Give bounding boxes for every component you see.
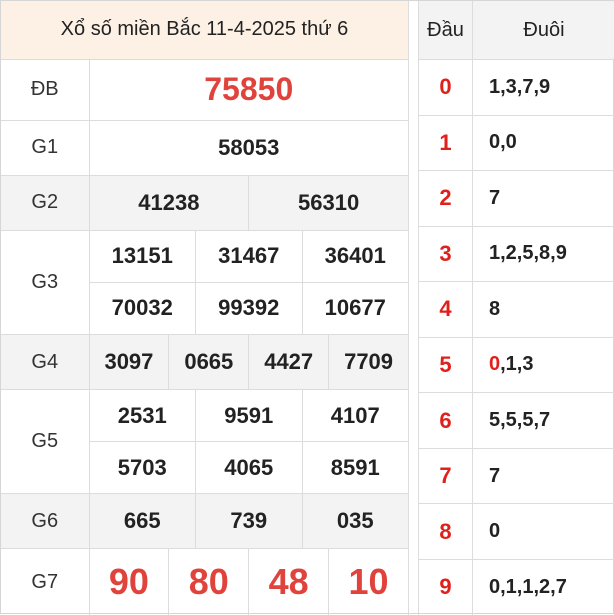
loto-row: 6 5,5,5,7 — [419, 393, 614, 449]
results-panel: Xổ số miền Bắc 11-4-2025 thứ 6 ĐB 75850 … — [0, 0, 614, 614]
g2-number: 56310 — [249, 175, 409, 230]
tail-digits: 5,5,5,7 — [473, 393, 614, 449]
g5-number: 4065 — [196, 442, 303, 494]
head-column-header: Đầu — [419, 1, 473, 60]
page-title: Xổ số miền Bắc 11-4-2025 thứ 6 — [1, 1, 409, 59]
tail-values: 0,1,1,2,7 — [489, 576, 567, 598]
g3-number: 36401 — [302, 230, 409, 282]
loto-table: Đầu Đuôi 0 1,3,7,9 1 0,0 2 7 3 1,2,5,8,9… — [418, 1, 614, 615]
head-digit: 1 — [419, 115, 473, 171]
tail-values: 0,0 — [489, 131, 517, 153]
g7-number: 10 — [329, 549, 409, 615]
g5-number: 8591 — [302, 442, 409, 494]
tail-digits: 7 — [473, 448, 614, 504]
head-digit: 4 — [419, 282, 473, 338]
g3-number: 13151 — [89, 230, 196, 282]
prize-label-g4: G4 — [1, 335, 89, 390]
head-digit: 0 — [419, 60, 473, 116]
tail-digits: 0,1,3 — [473, 337, 614, 393]
prize-label-g2: G2 — [1, 175, 89, 230]
tail-values: ,1,3 — [500, 353, 533, 375]
tail-values: 7 — [489, 187, 500, 209]
tail-values: 5,5,5,7 — [489, 409, 550, 431]
g5-number: 9591 — [196, 390, 303, 442]
prize-table: Xổ số miền Bắc 11-4-2025 thứ 6 ĐB 75850 … — [1, 1, 409, 615]
prize-label-g6: G6 — [1, 494, 89, 549]
g5-number: 4107 — [302, 390, 409, 442]
g4-number: 4427 — [249, 335, 329, 390]
loto-row: 2 7 — [419, 171, 614, 227]
g5-number: 2531 — [89, 390, 196, 442]
head-digit: 9 — [419, 559, 473, 615]
g3-number: 31467 — [196, 230, 303, 282]
tail-values: 0 — [489, 520, 500, 542]
loto-row: 5 0,1,3 — [419, 337, 614, 393]
tail-values: 8 — [489, 298, 500, 320]
loto-row: 3 1,2,5,8,9 — [419, 226, 614, 282]
g4-number: 3097 — [89, 335, 169, 390]
g6-number: 665 — [89, 494, 196, 549]
head-digit: 8 — [419, 504, 473, 560]
loto-row: 4 8 — [419, 282, 614, 338]
g3-number: 99392 — [196, 282, 303, 334]
tail-highlight: 0 — [489, 353, 500, 375]
tail-digits: 1,3,7,9 — [473, 60, 614, 116]
g3-number: 10677 — [302, 282, 409, 334]
prize-label-g5: G5 — [1, 390, 89, 494]
g4-number: 0665 — [169, 335, 249, 390]
head-digit: 2 — [419, 171, 473, 227]
loto-row: 8 0 — [419, 504, 614, 560]
g4-number: 7709 — [329, 335, 409, 390]
special-prize-number: 75850 — [89, 59, 409, 120]
g6-number: 739 — [196, 494, 303, 549]
g3-number: 70032 — [89, 282, 196, 334]
tail-values: 7 — [489, 465, 500, 487]
head-digit: 5 — [419, 337, 473, 393]
loto-row: 1 0,0 — [419, 115, 614, 171]
tail-digits: 7 — [473, 171, 614, 227]
g7-number: 80 — [169, 549, 249, 615]
tail-values: 1,3,7,9 — [489, 76, 550, 98]
tail-digits: 8 — [473, 282, 614, 338]
prize-label-g3: G3 — [1, 230, 89, 334]
loto-row: 0 1,3,7,9 — [419, 60, 614, 116]
tail-column-header: Đuôi — [473, 1, 614, 60]
loto-row: 7 7 — [419, 448, 614, 504]
head-digit: 6 — [419, 393, 473, 449]
tail-digits: 0 — [473, 504, 614, 560]
tail-values: 1,2,5,8,9 — [489, 242, 567, 264]
g6-number: 035 — [302, 494, 409, 549]
tail-digits: 1,2,5,8,9 — [473, 226, 614, 282]
g7-number: 90 — [89, 549, 169, 615]
head-digit: 7 — [419, 448, 473, 504]
g2-number: 41238 — [89, 175, 249, 230]
prize-label-g7: G7 — [1, 549, 89, 615]
g7-number: 48 — [249, 549, 329, 615]
g1-number: 58053 — [89, 120, 409, 175]
head-digit: 3 — [419, 226, 473, 282]
g5-number: 5703 — [89, 442, 196, 494]
tail-digits: 0,0 — [473, 115, 614, 171]
tail-digits: 0,1,1,2,7 — [473, 559, 614, 615]
prize-label-g1: G1 — [1, 120, 89, 175]
prize-label-db: ĐB — [1, 59, 89, 120]
loto-row: 9 0,1,1,2,7 — [419, 559, 614, 615]
